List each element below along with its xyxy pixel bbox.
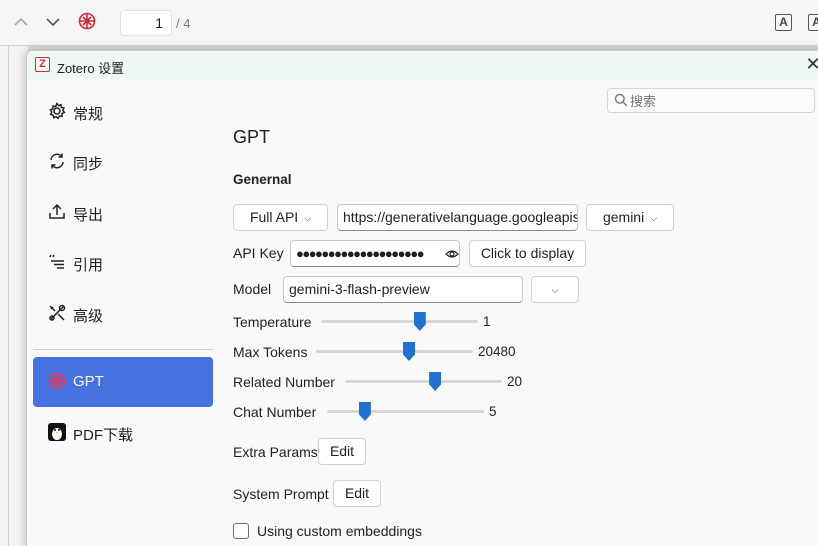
temperature-value: 1 <box>483 314 491 329</box>
title-bar: Z Zotero 设置 ✕ <box>27 51 818 79</box>
chat-number-slider[interactable] <box>327 401 484 421</box>
api-url-input[interactable]: https://generativelanguage.googleapis.co… <box>337 204 578 231</box>
export-icon <box>47 202 67 222</box>
custom-embeddings-label: Using custom embeddings <box>257 523 422 539</box>
slider-track <box>316 350 473 353</box>
slider-thumb[interactable] <box>413 312 426 331</box>
custom-embeddings-checkbox[interactable] <box>233 523 249 539</box>
api-key-value: ●●●●●●●●●●●●●●●●●●●● <box>296 246 425 261</box>
display-key-button[interactable]: Click to display <box>469 240 586 267</box>
model-label: Model <box>233 281 272 297</box>
sidebar-item-advanced[interactable]: 高级 <box>33 289 213 339</box>
slider-label-max-tokens: Max Tokens <box>233 344 308 360</box>
related-number-value: 20 <box>507 374 523 389</box>
provider-dropdown[interactable]: gemini ⌵ <box>586 204 674 231</box>
sync-icon <box>47 151 67 171</box>
search-input[interactable] <box>630 91 810 111</box>
font-icon-2[interactable]: A <box>808 14 818 31</box>
sidebar-item-label: 引用 <box>73 257 104 274</box>
gear-icon <box>47 101 67 121</box>
slider-thumb[interactable] <box>403 342 415 361</box>
slider-label-related-number: Related Number <box>233 374 335 390</box>
chevron-down-icon[interactable] <box>44 13 62 36</box>
tools-icon <box>47 303 67 323</box>
settings-sidebar: 常规 同步 导出 引用 高级 GPT PDF下载 <box>27 79 217 546</box>
sidebar-item-label: GPT <box>73 373 104 390</box>
cite-icon <box>47 252 67 272</box>
slider-track <box>345 380 502 383</box>
slider-thumb[interactable] <box>358 402 371 421</box>
sidebar-divider <box>33 349 213 350</box>
chevron-up-icon[interactable] <box>12 13 30 36</box>
chevron-down-icon: ⌵ <box>551 285 559 295</box>
settings-dialog: Z Zotero 设置 ✕ 常规 同步 导出 引用 <box>26 50 818 546</box>
sidebar-item-label: 同步 <box>73 156 104 173</box>
max-tokens-value: 20480 <box>478 344 516 359</box>
font-icon[interactable]: A <box>775 14 792 31</box>
openai-icon[interactable] <box>77 11 97 36</box>
page-title: GPT <box>233 127 271 147</box>
api-mode-label: Full API <box>249 209 299 225</box>
temperature-slider[interactable] <box>321 311 478 331</box>
related-number-slider[interactable] <box>345 371 502 391</box>
close-button[interactable]: ✕ <box>803 55 818 75</box>
reader-background <box>0 46 28 546</box>
model-dropdown-button[interactable]: ⌵ <box>531 276 579 303</box>
page-number-input[interactable]: 1 <box>120 10 172 36</box>
sidebar-item-export[interactable]: 导出 <box>33 188 213 238</box>
search-icon <box>614 93 628 110</box>
slider-label-temperature: Temperature <box>233 314 312 330</box>
extra-params-edit-button[interactable]: Edit <box>318 438 366 465</box>
openai-icon <box>47 371 67 391</box>
slider-track <box>327 410 484 413</box>
system-prompt-edit-button[interactable]: Edit <box>333 480 381 507</box>
search-box[interactable] <box>607 88 815 113</box>
section-heading: Genernal <box>233 172 292 187</box>
sidebar-item-general[interactable]: 常规 <box>33 87 213 137</box>
eye-icon[interactable] <box>445 247 459 263</box>
chevron-down-icon: ⌵ <box>304 213 312 223</box>
sidebar-item-cite[interactable]: 引用 <box>33 238 213 288</box>
api-key-label: API Key <box>233 245 284 261</box>
api-key-input[interactable]: ●●●●●●●●●●●●●●●●●●●● <box>290 240 460 267</box>
chat-number-value: 5 <box>489 404 497 419</box>
sidebar-item-gpt[interactable]: GPT <box>33 357 213 407</box>
sidebar-item-sync[interactable]: 同步 <box>33 137 213 187</box>
sidebar-item-label: 导出 <box>73 207 104 224</box>
slider-label-chat-number: Chat Number <box>233 404 317 420</box>
max-tokens-slider[interactable] <box>316 341 473 361</box>
chevron-down-icon: ⌵ <box>650 213 658 223</box>
api-mode-dropdown[interactable]: Full API ⌵ <box>233 204 328 231</box>
sidebar-item-label: PDF下载 <box>73 427 134 444</box>
extra-params-label: Extra Params <box>233 444 318 460</box>
penguin-icon <box>47 422 67 442</box>
reader-toolbar: 1 / 4 A A <box>0 0 818 46</box>
sidebar-item-label: 高级 <box>73 308 104 325</box>
provider-label: gemini <box>602 209 645 225</box>
slider-track <box>321 320 478 323</box>
page-total: / 4 <box>176 16 191 31</box>
system-prompt-label: System Prompt <box>233 486 329 502</box>
zotero-logo-icon: Z <box>35 57 50 72</box>
dialog-title: Zotero 设置 <box>57 61 125 76</box>
sidebar-item-pdf-download[interactable]: PDF下载 <box>33 408 213 458</box>
slider-thumb[interactable] <box>429 372 442 391</box>
sidebar-item-label: 常规 <box>73 106 104 123</box>
model-input[interactable]: gemini-3-flash-preview <box>283 276 523 303</box>
